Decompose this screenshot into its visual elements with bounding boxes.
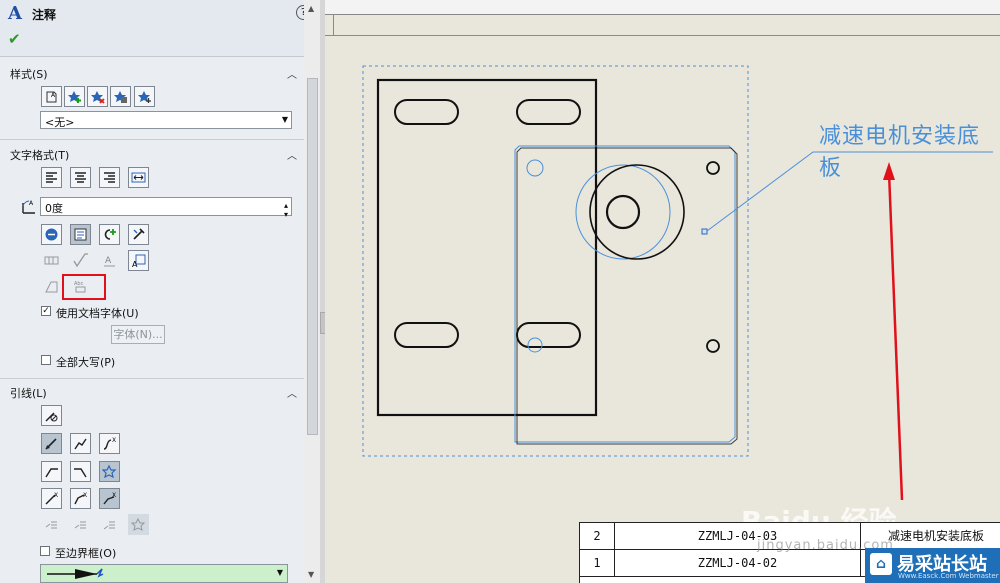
spin-arrows-icon[interactable]: ▴ ▾ [284,201,288,219]
arrow-style-preview-icon [47,568,104,579]
justify-button[interactable] [128,167,149,188]
shaft-hole [605,194,641,230]
mount-hole [706,339,720,353]
slot-hole [394,322,459,348]
property-manager-panel: A 注释 ✔ 样式(S) ︿ A <无> ▼ 文字格式(T) ︿ A 0度 ▴ ▾… [0,0,305,583]
attach-leader-4-button[interactable] [128,514,149,535]
note-annotation[interactable]: 减速电机安装底板 [819,118,1000,182]
motor-plate [516,147,738,445]
scroll-down-icon[interactable]: ▼ [308,570,314,579]
ok-check-icon[interactable]: ✔ [8,30,21,48]
to-border-checkbox[interactable] [40,546,50,556]
weld-symbol-button[interactable]: A [99,250,120,271]
dropdown-arrow-icon: ▼ [281,115,288,124]
spline-leader-button[interactable]: X [99,433,120,454]
divider [0,139,304,140]
slot-hole [394,99,459,125]
bom-item-no: 1 [580,550,615,576]
svg-text:A: A [105,256,112,266]
mount-hole [526,159,544,177]
text-format-group-title[interactable]: 文字格式(T) [10,147,69,163]
delete-style-button[interactable] [87,86,108,107]
style-select-value: <无> [45,116,75,129]
svg-text:X: X [112,492,116,499]
slot-hole [516,322,581,348]
motor-plate-highlight [514,145,736,443]
straight-leader-button[interactable] [41,433,62,454]
add-style-button[interactable] [64,86,85,107]
datum-feature-button[interactable]: A [128,250,149,271]
no-leader-button[interactable] [41,405,62,426]
lock-unlock-button[interactable] [128,224,149,245]
svg-text:X: X [83,492,87,499]
leader-left-button[interactable] [41,461,62,482]
datum-target-button[interactable] [41,276,62,297]
insert-hyperlink-button[interactable] [41,224,62,245]
chevron-up-icon[interactable]: ︿ [287,66,297,81]
angle-input[interactable]: 0度 ▴ ▾ [40,197,292,219]
bom-part-code: ZZMLJ-04-02 [615,550,861,576]
site-logo-icon: ⌂ [870,553,892,575]
slot-hole [516,99,581,125]
scrollbar-thumb[interactable] [307,78,318,435]
use-doc-font-checkbox[interactable]: ✓ [41,306,51,316]
leader-nearest-button[interactable] [99,461,120,482]
svg-text:A: A [132,260,138,268]
leader-group-title[interactable]: 引线(L) [10,385,47,401]
leader-style-1-button[interactable]: X [41,488,62,509]
bom-item-no: 2 [580,523,615,549]
scroll-up-icon[interactable]: ▲ [308,4,314,13]
highlight-box [62,274,106,300]
svg-text:X: X [112,437,116,444]
chevron-up-icon[interactable]: ︿ [287,147,297,162]
drawing-sheet[interactable]: 减速电机安装底板 Baidu 经验 2 ZZMLJ-04-03 减速电机安装底板… [325,0,1000,583]
to-border-label: 至边界框(O) [55,547,117,560]
panel-title: 注释 [32,8,57,22]
style-group-title[interactable]: 样式(S) [10,66,48,82]
svg-text:A: A [29,200,34,207]
leader-attach-point [701,228,708,235]
chevron-up-icon[interactable]: ︿ [287,385,297,400]
save-style-button[interactable] [110,86,131,107]
bent-leader-button[interactable] [70,433,91,454]
surface-finish-button[interactable] [70,250,91,271]
panel-header: A 注释 ✔ [0,0,304,57]
site-watermark-logo: ⌂ 易采站长站 Www.Easck.Com Webmaster [865,548,1000,583]
geometric-tolerance-button[interactable] [41,250,62,271]
site-subtitle: Www.Easck.Com Webmaster [898,572,999,580]
style-select[interactable]: <无> ▼ [40,111,292,129]
drawing-view [362,65,993,501]
mount-hole [706,161,720,175]
divider [0,378,304,379]
font-button[interactable]: 字体(N)... [111,325,165,344]
link-to-property-button[interactable] [70,224,91,245]
all-caps-checkbox[interactable] [41,355,51,365]
load-style-button[interactable] [134,86,155,107]
align-center-button[interactable] [70,167,91,188]
svg-text:X: X [54,492,58,499]
angle-icon: A [20,197,38,215]
align-right-button[interactable] [99,167,120,188]
mount-hole [527,337,543,353]
angle-value: 0度 [45,202,63,215]
add-symbol-button[interactable] [99,224,120,245]
panel-scrollbar[interactable]: ▲ ▼ [304,0,321,583]
apply-style-button[interactable]: A [41,86,62,107]
use-doc-font-label: 使用文档字体(U) [56,307,139,320]
leader-style-2-button[interactable]: X [70,488,91,509]
red-arrow [887,171,904,501]
attach-leader-2-button[interactable] [70,514,91,535]
dropdown-arrow-icon: ▼ [276,568,283,577]
annotation-a-icon: A [8,3,22,24]
attach-leader-1-button[interactable] [41,514,62,535]
align-left-button[interactable] [41,167,62,188]
leader-style-3-button[interactable]: X [99,488,120,509]
attach-leader-3-button[interactable] [99,514,120,535]
arrow-style-select[interactable]: ▼ [40,564,288,583]
leader-right-button[interactable] [70,461,91,482]
all-caps-label: 全部大写(P) [56,356,116,369]
base-plate [376,78,598,417]
